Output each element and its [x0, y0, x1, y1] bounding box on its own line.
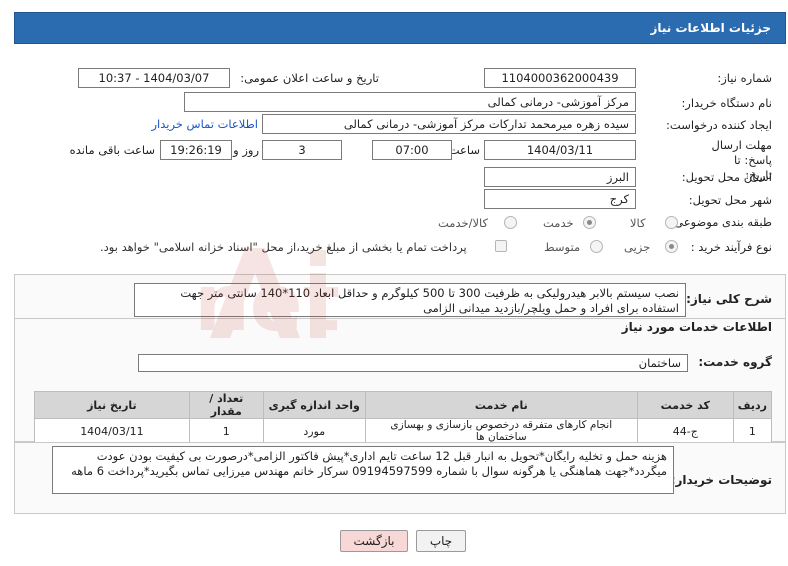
col-row-number: ردیف	[732, 391, 773, 419]
cell-unit: مورد	[262, 418, 366, 444]
process-option-medium: متوسط	[544, 240, 581, 254]
col-service-name: نام خدمت	[364, 391, 638, 419]
announce-datetime-label: تاریخ و ساعت اعلان عمومی:	[240, 71, 379, 85]
buyer-org-label: نام دستگاه خریدار:	[681, 96, 772, 110]
category-radio-goods-service[interactable]	[504, 216, 517, 229]
table-row: 1 ج-44 انجام کارهای متفرقه درخصوص بازساز…	[34, 418, 773, 444]
services-title: اطلاعات خدمات مورد نیاز	[621, 320, 772, 334]
creator-label: ایجاد کننده درخواست:	[666, 118, 772, 132]
col-service-code: کد خدمت	[636, 391, 734, 419]
treasury-payment-note: پرداخت تمام یا بخشی از مبلغ خرید،از محل …	[100, 240, 467, 254]
process-label: نوع فرآیند خرید :	[690, 240, 772, 254]
buyer-notes-textarea[interactable]: هزینه حمل و تخلیه رایگان*تحویل به انبار …	[52, 446, 674, 494]
description-label: شرح کلی نیاز:	[686, 292, 772, 306]
buyer-org-field: مرکز آموزشی- درمانی کمالی	[184, 92, 636, 112]
city-label: شهر محل تحویل:	[688, 193, 772, 207]
days-label: روز و	[233, 143, 259, 157]
city-field: کرج	[484, 189, 636, 209]
col-quantity: تعداد / مقدار	[188, 391, 264, 419]
deadline-time-field: 07:00	[372, 140, 452, 160]
province-label: استان محل تحویل:	[681, 170, 772, 184]
remaining-time-field: 19:26:19	[160, 140, 232, 160]
category-option-goods-service: کالا/خدمت	[438, 216, 489, 230]
announce-datetime-field: 1404/03/07 - 10:37	[78, 68, 230, 88]
col-unit: واحد اندازه گیری	[262, 391, 366, 419]
category-option-service: خدمت	[543, 216, 574, 230]
page-header: جزئیات اطلاعات نیاز	[14, 12, 786, 44]
remaining-time-label: ساعت باقی مانده	[69, 143, 155, 157]
service-group-field: ساختمان	[138, 354, 688, 372]
process-option-minor: جزیی	[624, 240, 651, 254]
province-field: البرز	[484, 167, 636, 187]
process-radio-medium[interactable]	[590, 240, 603, 253]
service-group-label: گروه خدمت:	[698, 355, 772, 369]
creator-field: سیده زهره میرمحمد تدارکات مرکز آموزشی- د…	[262, 114, 636, 134]
remaining-days-field: 3	[262, 140, 342, 160]
services-table: ردیف کد خدمت نام خدمت واحد اندازه گیری ت…	[34, 391, 773, 444]
back-button[interactable]: بازگشت	[340, 530, 408, 552]
col-need-date: تاریخ نیاز	[34, 391, 190, 419]
cell-quantity: 1	[188, 418, 264, 444]
description-textarea[interactable]: نصب سیستم بالابر هیدرولیکی به ظرفیت 300 …	[134, 283, 686, 317]
cell-row-number: 1	[732, 418, 773, 444]
need-number-label: شماره نیاز:	[717, 71, 772, 85]
category-option-goods: کالا	[630, 216, 646, 230]
cell-service-name: انجام کارهای متفرقه درخصوص بازسازی و بهس…	[364, 418, 638, 444]
category-radio-goods[interactable]	[665, 216, 678, 229]
deadline-time-label: ساعت	[448, 143, 480, 157]
process-radio-minor[interactable]	[665, 240, 678, 253]
treasury-payment-checkbox[interactable]	[495, 240, 507, 252]
print-button[interactable]: چاپ	[416, 530, 466, 552]
deadline-date-field: 1404/03/11	[484, 140, 636, 160]
need-number-field: 1104000362000439	[484, 68, 636, 88]
category-label: طبقه بندی موضوعی:	[670, 215, 772, 229]
buyer-contact-link[interactable]: اطلاعات تماس خریدار	[151, 117, 258, 131]
category-radio-service[interactable]	[583, 216, 596, 229]
table-header-row: ردیف کد خدمت نام خدمت واحد اندازه گیری ت…	[34, 391, 773, 419]
buyer-notes-label: توضیحات خریدار:	[670, 473, 772, 487]
cell-service-code: ج-44	[636, 418, 734, 444]
cell-need-date: 1404/03/11	[34, 418, 190, 444]
